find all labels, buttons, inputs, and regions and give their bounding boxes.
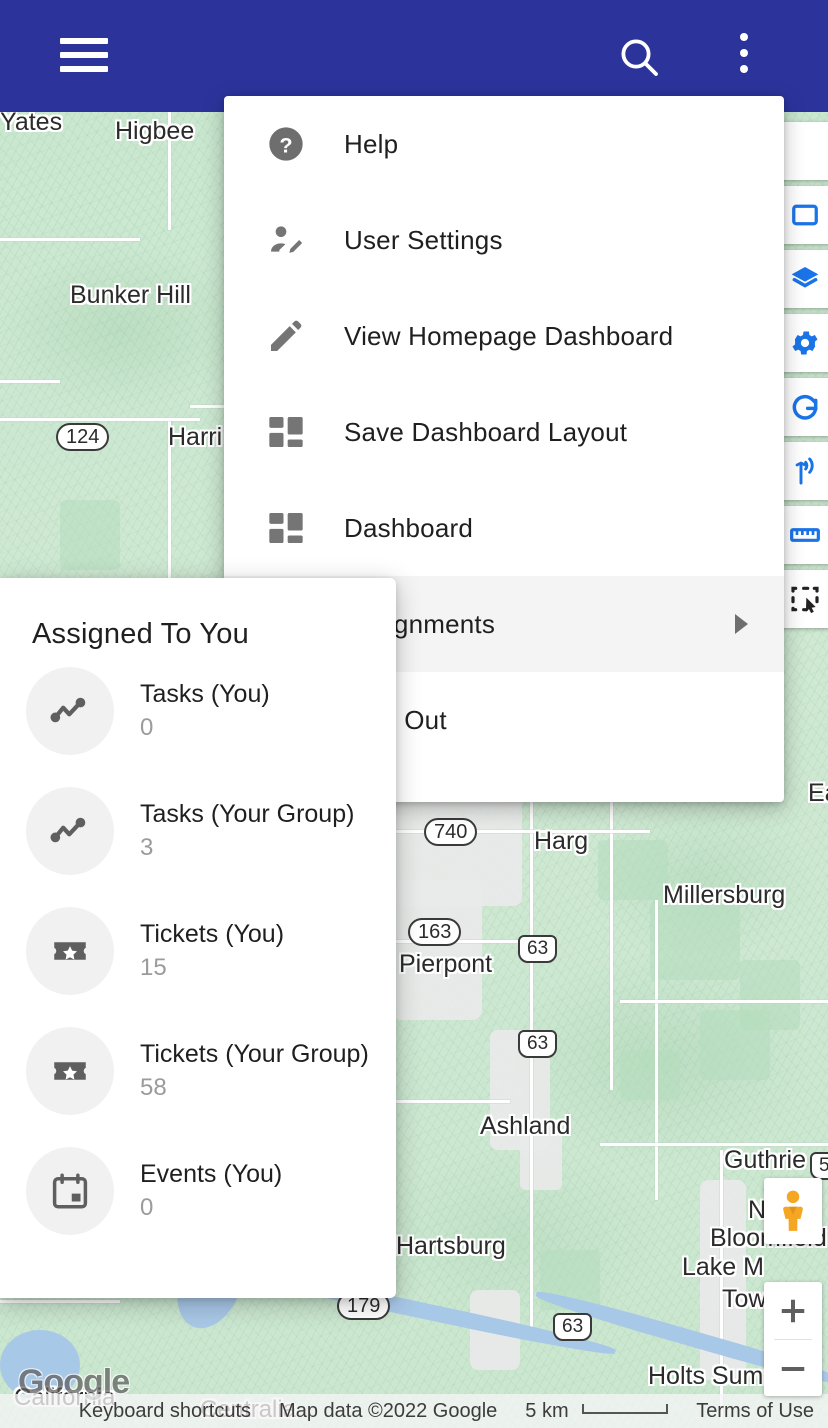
- assigned-rows[interactable]: Tasks (You) 0 Tasks (Your Group) 3 Tickets…: [0, 651, 396, 1251]
- map-place-label: Bunker Hill: [70, 281, 191, 309]
- route-shield: 163: [408, 918, 462, 946]
- map-place-label: Yates: [0, 108, 63, 136]
- road: [0, 380, 60, 383]
- road: [610, 790, 613, 1090]
- assigned-row-label: Tasks (You): [140, 679, 270, 708]
- assigned-row-text: Tickets (Your Group) 58: [140, 1040, 369, 1103]
- assigned-row-count: 15: [140, 954, 167, 982]
- help-circle-icon: ?: [266, 120, 322, 168]
- assigned-row-text: Tickets (You) 15: [140, 920, 284, 983]
- menu-item-save-dashboard-layout[interactable]: Save Dashboard Layout: [224, 384, 784, 480]
- assigned-row[interactable]: Tickets (Your Group) 58: [0, 1011, 396, 1131]
- menu-item-user-settings[interactable]: User Settings: [224, 192, 784, 288]
- zoom-out-button[interactable]: [764, 1340, 822, 1396]
- assigned-row[interactable]: Tasks (You) 0: [0, 651, 396, 771]
- more-dot: [740, 33, 748, 41]
- map-zoom-control[interactable]: [764, 1282, 822, 1396]
- zoom-in-button[interactable]: [764, 1282, 822, 1339]
- menu-item-label: User Settings: [344, 224, 503, 255]
- menu-item-label: Dashboard: [344, 512, 473, 543]
- street-view-pegman[interactable]: [764, 1178, 822, 1244]
- assigned-row-count: 3: [140, 834, 154, 862]
- assigned-row-label: Events (You): [140, 1159, 283, 1188]
- assigned-row-count: 0: [140, 714, 154, 742]
- map-place-label: Harg: [534, 827, 589, 855]
- route-shield: 63: [553, 1313, 593, 1341]
- hamburger-icon[interactable]: [60, 38, 108, 74]
- assigned-row-text: Tasks (Your Group) 3: [140, 800, 354, 863]
- more-dot: [740, 65, 748, 73]
- road: [0, 1300, 120, 1303]
- map-place-label: Millersburg: [663, 881, 786, 909]
- dashboard-grid-icon: [266, 504, 322, 552]
- assigned-row-count: 58: [140, 1074, 167, 1102]
- map-attribution: Map data ©2022 Google: [279, 1399, 498, 1422]
- assigned-row-text: Tasks (You) 0: [140, 680, 270, 743]
- route-shield: 5: [810, 1152, 828, 1180]
- scale-label: 5 km: [525, 1399, 569, 1422]
- menu-item-label: Help: [344, 128, 399, 159]
- forest-area: [740, 960, 800, 1030]
- scale-bar: [582, 1403, 669, 1414]
- map-place-label: Harri: [168, 423, 223, 451]
- scale-indicator: 5 km: [511, 1400, 682, 1423]
- forest-area: [60, 500, 120, 570]
- map-place-label: Ashland: [480, 1112, 571, 1140]
- road: [0, 238, 140, 241]
- menu-item-label: View Homepage Dashboard: [344, 320, 674, 351]
- road: [390, 1100, 510, 1103]
- pencil-icon: [266, 312, 322, 360]
- assigned-row-text: Events (You) 0: [140, 1160, 282, 1223]
- panel-title: Assigned To You: [32, 618, 249, 650]
- assigned-row[interactable]: Events (You) 0: [0, 1131, 396, 1251]
- road: [655, 900, 658, 1200]
- assigned-to-you-panel[interactable]: Assigned To You Tasks (You) 0 Tasks (Your…: [0, 578, 396, 1298]
- chevron-right-icon: [735, 614, 748, 634]
- route-shield: 124: [56, 423, 110, 451]
- dashboard-grid-icon: [266, 408, 322, 456]
- map-place-label: Lake M: [682, 1253, 764, 1281]
- map-place-label: Guthrie: [724, 1146, 806, 1174]
- forest-area: [598, 840, 668, 900]
- trending-line-icon: [26, 787, 114, 875]
- menu-item-dashboard[interactable]: Dashboard: [224, 480, 784, 576]
- more-vertical-icon[interactable]: [730, 33, 758, 81]
- assigned-row-label: Tickets (Your Group): [140, 1039, 369, 1068]
- assigned-row-count: 0: [140, 1194, 154, 1222]
- road: [620, 1000, 828, 1003]
- menu-item-label: Save Dashboard Layout: [344, 416, 628, 447]
- user-edit-icon: [266, 216, 322, 264]
- search-icon[interactable]: [615, 33, 663, 81]
- route-shield: 740: [424, 818, 478, 846]
- forest-area: [620, 1050, 680, 1100]
- ticket-star-icon: [26, 907, 114, 995]
- keyboard-shortcuts-link[interactable]: Keyboard shortcuts: [65, 1400, 265, 1423]
- assigned-row[interactable]: Tickets (You) 15: [0, 891, 396, 1011]
- map-footer: Keyboard shortcuts Map data ©2022 Google…: [0, 1394, 828, 1428]
- terms-of-use-link[interactable]: Terms of Use: [682, 1400, 828, 1423]
- assigned-row-label: Tasks (Your Group): [140, 799, 355, 828]
- road: [0, 418, 200, 421]
- trending-line-icon: [26, 667, 114, 755]
- route-shield: 63: [518, 935, 558, 963]
- map-place-label: Hartsburg: [396, 1232, 506, 1260]
- map-place-label: Higbee: [115, 117, 195, 145]
- route-shield: 63: [518, 1030, 558, 1058]
- map-place-label: Tow: [722, 1285, 767, 1313]
- menu-item-help[interactable]: ? Help: [224, 96, 784, 192]
- forest-area: [650, 900, 740, 980]
- more-dot: [740, 49, 748, 57]
- menu-item-view-homepage-dashboard[interactable]: View Homepage Dashboard: [224, 288, 784, 384]
- svg-text:?: ?: [279, 132, 292, 157]
- calendar-event-icon: [26, 1147, 114, 1235]
- assigned-row-label: Tickets (You): [140, 919, 285, 948]
- ticket-star-icon: [26, 1027, 114, 1115]
- road: [530, 790, 533, 1330]
- map-place-label: Ea: [808, 779, 828, 807]
- map-place-label: Pierpont: [399, 950, 493, 978]
- assigned-row[interactable]: Tasks (Your Group) 3: [0, 771, 396, 891]
